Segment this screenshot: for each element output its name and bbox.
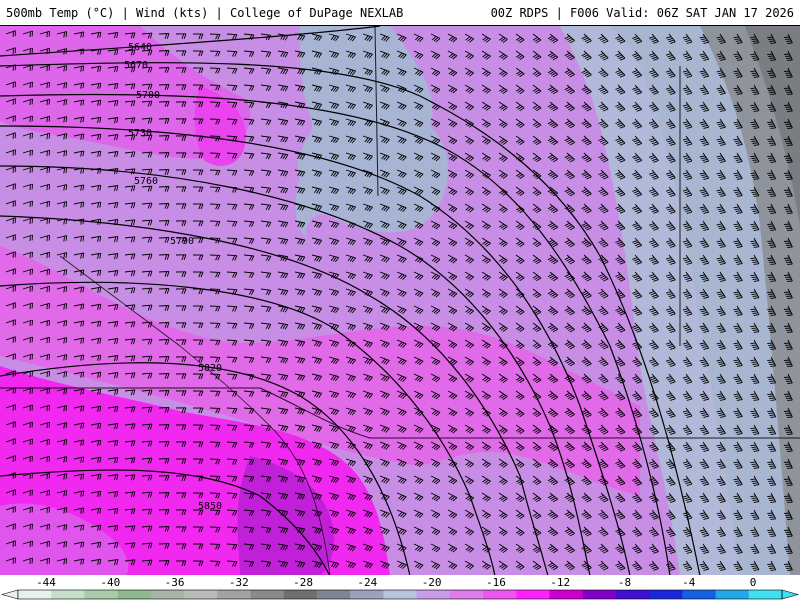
legend-swatch (649, 590, 683, 599)
legend-swatch (416, 590, 451, 599)
legend-swatch (117, 590, 152, 599)
legend-tick-label: -8 (617, 576, 632, 589)
legend-swatch (350, 590, 384, 599)
legend-swatch (449, 590, 484, 599)
legend-swatch (549, 590, 584, 599)
legend-swatch (582, 590, 617, 599)
legend-swatch (316, 590, 351, 599)
header: 500mb Temp (°C) | Wind (kts) | College o… (0, 0, 800, 25)
contour-label: 5730 (128, 128, 152, 139)
legend-tick-label: -40 (100, 576, 121, 589)
legend-swatch (184, 590, 218, 599)
legend-swatch (18, 590, 52, 599)
contour-label: 5820 (198, 363, 222, 374)
legend-tick-label: 0 (749, 576, 757, 589)
map-panel[interactable]: 5640 5670 5700 5730 5760 5790 5820 5850 (0, 25, 800, 576)
legend-colorbar (0, 589, 800, 600)
legend-swatch (383, 590, 418, 599)
legend-swatch (682, 590, 717, 599)
legend-tick-label: -24 (357, 576, 378, 589)
legend-tick-label: -32 (228, 576, 249, 589)
legend-tick-label: -44 (36, 576, 56, 589)
legend-swatch (483, 590, 517, 599)
header-left-title: 500mb Temp (°C) | Wind (kts) | College o… (6, 6, 404, 20)
legend-max-arrow (781, 589, 800, 600)
contour-label: 5700 (136, 90, 160, 101)
legend-tick-label: -28 (293, 576, 314, 589)
map-canvas: 5640 5670 5700 5730 5760 5790 5820 5850 (0, 26, 800, 576)
legend-swatch (283, 590, 318, 599)
legend-tick-label: -4 (682, 576, 696, 589)
legend-tick-label: -12 (550, 576, 571, 589)
legend-swatch (217, 590, 252, 599)
legend-tick-label: -20 (421, 576, 442, 589)
legend-swatch (84, 590, 119, 599)
legend-swatch (250, 590, 285, 599)
legend-swatch (615, 590, 650, 599)
legend-swatch (150, 590, 185, 599)
legend-swatch (516, 590, 550, 599)
legend-swatch (748, 590, 783, 599)
legend-swatch (51, 590, 85, 599)
header-right-title: 00Z RDPS | F006 Valid: 06Z SAT JAN 17 20… (490, 6, 794, 20)
legend-tick-label: -36 (164, 576, 185, 589)
contour-label: 5670 (124, 60, 148, 71)
contour-label: 5640 (128, 42, 152, 53)
legend-min-arrow (0, 589, 19, 600)
legend-tick-label: -16 (485, 576, 506, 589)
legend-swatch (715, 590, 750, 599)
color-legend: -44 -40 -36 -32 -28 -24 -20 -16 -12 -8 -4 0 (0, 575, 800, 600)
contour-label: 5760 (134, 176, 158, 187)
